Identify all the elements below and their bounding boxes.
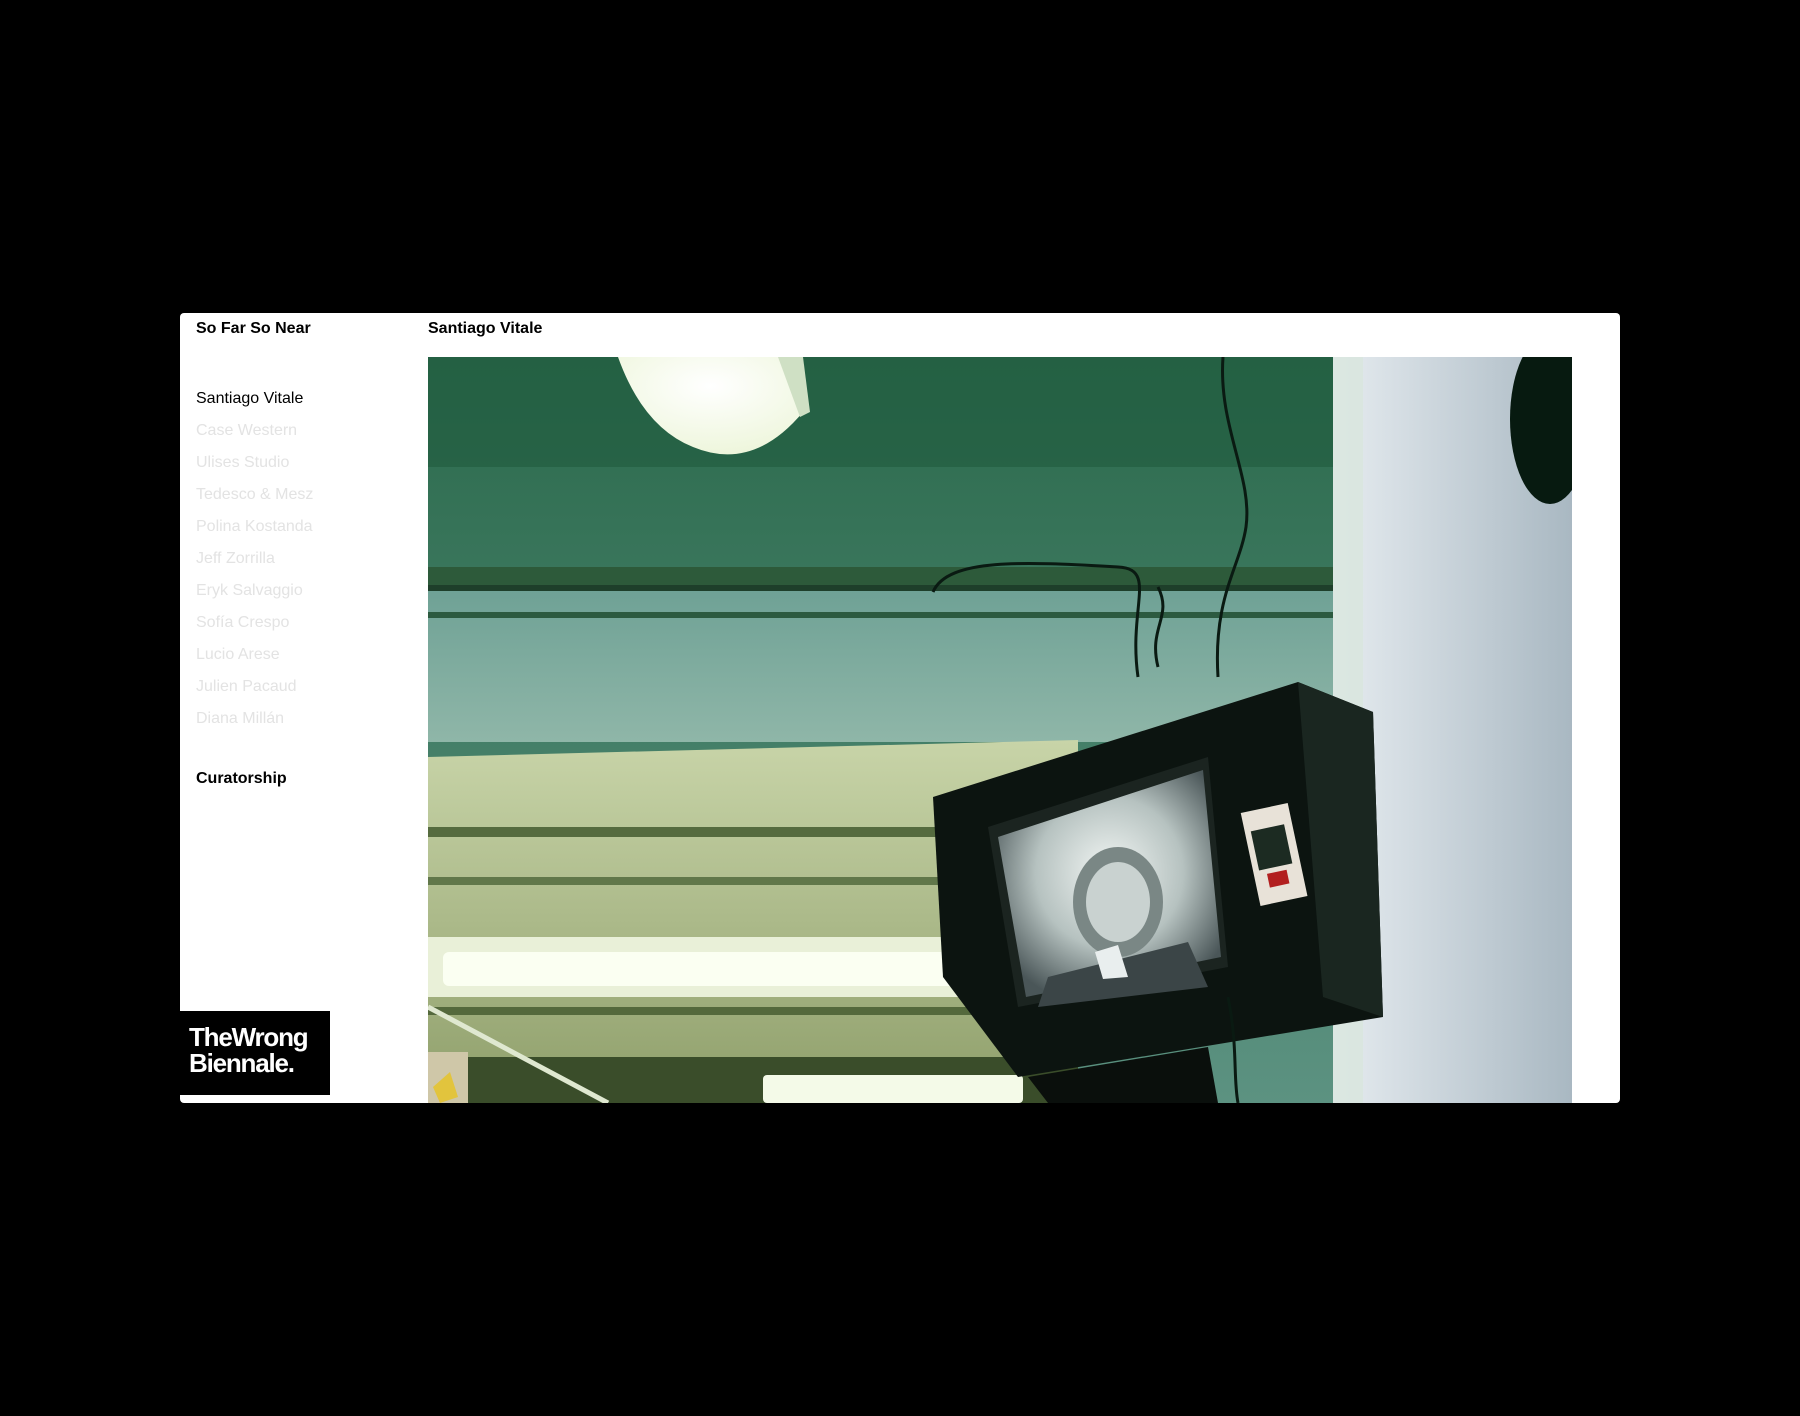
sidebar-item-case-western[interactable]: Case Western: [196, 415, 313, 447]
sidebar-item-diana-millan[interactable]: Diana Millán: [196, 703, 313, 735]
wrong-biennale-logo[interactable]: TheWrong Biennale.: [180, 1011, 330, 1095]
sidebar-item-eryk-salvaggio[interactable]: Eryk Salvaggio: [196, 575, 313, 607]
content-panel: So Far So Near Santiago Vitale Santiago …: [180, 313, 1620, 1103]
artwork-image[interactable]: [428, 357, 1572, 1103]
artist-title: Santiago Vitale: [428, 320, 543, 337]
sidebar-item-sofia-crespo[interactable]: Sofía Crespo: [196, 607, 313, 639]
logo-line-2: Biennale.: [189, 1048, 295, 1078]
artist-nav: Santiago Vitale Case Western Ulises Stud…: [196, 383, 313, 735]
sidebar-item-santiago-vitale[interactable]: Santiago Vitale: [196, 383, 313, 415]
sidebar-item-julien-pacaud[interactable]: Julien Pacaud: [196, 671, 313, 703]
sidebar-item-tedesco-mesz[interactable]: Tedesco & Mesz: [196, 479, 313, 511]
sidebar-item-lucio-arese[interactable]: Lucio Arese: [196, 639, 313, 671]
logo-line-1: TheWrong: [189, 1022, 309, 1052]
curatorship-link[interactable]: Curatorship: [196, 770, 287, 788]
site-title[interactable]: So Far So Near: [196, 320, 311, 338]
artwork-photo-crt-monitor: [428, 357, 1572, 1103]
sidebar-item-polina-kostanda[interactable]: Polina Kostanda: [196, 511, 313, 543]
sidebar-item-ulises-studio[interactable]: Ulises Studio: [196, 447, 313, 479]
sidebar-item-jeff-zorrilla[interactable]: Jeff Zorrilla: [196, 543, 313, 575]
